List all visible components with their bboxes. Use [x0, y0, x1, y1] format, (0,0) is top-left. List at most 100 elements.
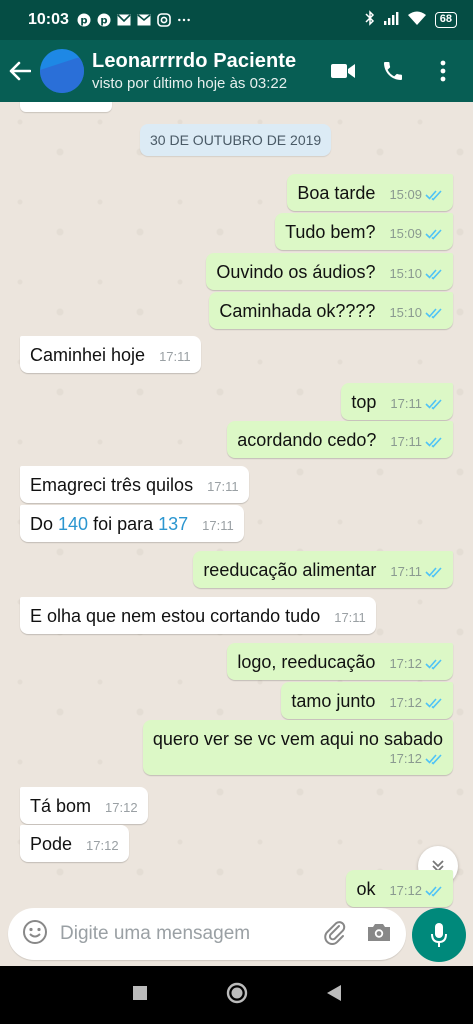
incoming-message[interactable]: Emagreci três quilos 17:11 — [20, 466, 249, 503]
message-text: Ouvindo os áudios? — [216, 262, 376, 282]
message-time: 15:10 — [389, 305, 422, 320]
outgoing-message[interactable]: tamo junto 17:12 — [281, 682, 453, 719]
message-time: 15:09 — [389, 226, 422, 241]
outgoing-message[interactable]: top 17:11 — [341, 383, 453, 420]
chat-area[interactable]: 30 DE OUTUBRO DE 2019 Boa tarde 15:09 Tu… — [0, 102, 473, 908]
notification-icons: p p — [77, 13, 191, 27]
voice-message-button[interactable] — [412, 908, 466, 962]
outgoing-message[interactable]: Boa tarde 15:09 — [287, 174, 453, 211]
voice-call-button[interactable] — [379, 57, 407, 85]
incoming-message[interactable]: Do 140 foi para 137 17:11 — [20, 505, 244, 542]
partial-message — [20, 102, 112, 112]
number-link[interactable]: 140 — [58, 514, 88, 534]
square-icon — [132, 985, 147, 1000]
contact-name: Leonarrrrdo Paciente — [92, 50, 297, 72]
triangle-back-icon — [326, 984, 341, 1001]
back-button[interactable] — [2, 40, 38, 102]
status-bar: 10:03 p p 68 — [0, 0, 473, 40]
attach-button[interactable] — [322, 919, 348, 950]
outgoing-message[interactable]: Tudo bem? 15:09 — [275, 213, 453, 250]
message-text: Do 140 foi para 137 — [30, 514, 189, 534]
recent-apps-button[interactable] — [132, 985, 148, 1006]
message-time: 17:12 — [389, 656, 422, 671]
message-time: 17:11 — [207, 479, 239, 494]
system-status-icons: 68 — [365, 10, 457, 30]
more-vertical-icon — [440, 60, 446, 82]
read-receipt-icon — [425, 437, 442, 448]
message-meta: 15:09 — [389, 226, 443, 244]
message-text: Tudo bem? — [285, 222, 376, 242]
chat-header: Leonarrrrdo Paciente visto por último ho… — [0, 40, 473, 102]
read-receipt-icon — [425, 659, 442, 670]
contact-avatar[interactable] — [40, 49, 84, 93]
contact-info[interactable]: Leonarrrrdo Paciente visto por último ho… — [92, 50, 296, 92]
message-text: Caminhada ok???? — [219, 301, 376, 321]
arrow-left-icon — [9, 61, 31, 81]
outgoing-message[interactable]: Ouvindo os áudios? 15:10 — [206, 253, 453, 290]
message-text: Emagreci três quilos — [30, 475, 194, 495]
incoming-message[interactable]: Pode 17:12 — [20, 825, 129, 862]
last-seen-status: visto por último hoje às 03:22 — [92, 75, 288, 92]
message-time: 15:10 — [389, 266, 422, 281]
read-receipt-icon — [425, 190, 442, 201]
incoming-message[interactable]: E olha que nem estou cortando tudo 17:11 — [20, 597, 376, 634]
message-meta: 17:12 — [389, 883, 443, 901]
read-receipt-icon — [425, 229, 442, 240]
mail-notification-icon — [117, 13, 131, 27]
header-actions — [329, 57, 473, 85]
message-time: 17:12 — [86, 838, 119, 853]
menu-button[interactable] — [429, 57, 457, 85]
pinterest-notification-icon: p — [77, 13, 91, 27]
outgoing-message[interactable]: quero ver se vc vem aqui no sabado 17:12 — [142, 720, 453, 775]
message-text: acordando cedo? — [237, 430, 377, 450]
message-text: E olha que nem estou cortando tudo — [30, 606, 321, 626]
more-notifications-icon — [177, 13, 191, 27]
emoji-button[interactable] — [22, 919, 48, 950]
video-call-button[interactable] — [329, 57, 357, 85]
read-receipt-icon — [425, 308, 442, 319]
outgoing-message[interactable]: acordando cedo? 17:11 — [227, 421, 453, 458]
camera-button[interactable] — [366, 921, 392, 948]
number-link[interactable]: 137 — [158, 514, 188, 534]
microphone-icon — [431, 923, 447, 947]
gmail-notification-icon — [137, 13, 151, 27]
incoming-message[interactable]: Caminhei hoje 17:11 — [20, 336, 201, 373]
date-divider: 30 DE OUTUBRO DE 2019 — [140, 124, 332, 156]
message-text: Tá bom — [30, 796, 92, 816]
circle-icon — [226, 982, 247, 1003]
pinterest-notification-icon: p — [97, 13, 111, 27]
message-time: 17:11 — [390, 396, 422, 411]
message-time: 15:09 — [389, 187, 422, 202]
message-input[interactable] — [60, 923, 290, 945]
read-receipt-icon — [425, 399, 442, 410]
video-camera-icon — [331, 64, 355, 78]
status-time: 10:03 — [28, 11, 69, 28]
battery-indicator: 68 — [434, 12, 457, 28]
home-button[interactable] — [226, 982, 248, 1009]
message-text: top — [351, 392, 377, 412]
incoming-message[interactable]: Tá bom 17:12 — [20, 787, 148, 824]
message-time: 17:11 — [390, 564, 422, 579]
read-receipt-icon — [425, 886, 442, 897]
message-meta: 15:09 — [389, 187, 443, 205]
message-time: 17:12 — [105, 800, 138, 815]
phone-icon — [384, 62, 402, 80]
outgoing-message[interactable]: logo, reeducação 17:12 — [227, 643, 453, 680]
instagram-notification-icon — [157, 13, 171, 27]
back-nav-button[interactable] — [326, 984, 342, 1007]
message-meta: 17:11 — [390, 396, 443, 414]
message-time: 17:12 — [389, 883, 422, 898]
message-time: 17:11 — [334, 610, 366, 625]
message-text: Boa tarde — [297, 183, 376, 203]
message-text: quero ver se vc vem aqui no sabado — [152, 729, 443, 749]
wifi-icon — [407, 11, 427, 30]
outgoing-message[interactable]: Caminhada ok???? 15:10 — [209, 292, 453, 329]
read-receipt-icon — [425, 698, 442, 709]
message-composer — [0, 908, 473, 966]
outgoing-message[interactable]: reeducação alimentar 17:11 — [193, 551, 453, 588]
message-time: 17:11 — [390, 434, 422, 449]
message-time: 17:11 — [159, 349, 191, 364]
outgoing-message[interactable]: ok 17:12 — [346, 870, 453, 907]
message-text: logo, reeducação — [237, 652, 376, 672]
message-time: 17:11 — [202, 518, 234, 533]
